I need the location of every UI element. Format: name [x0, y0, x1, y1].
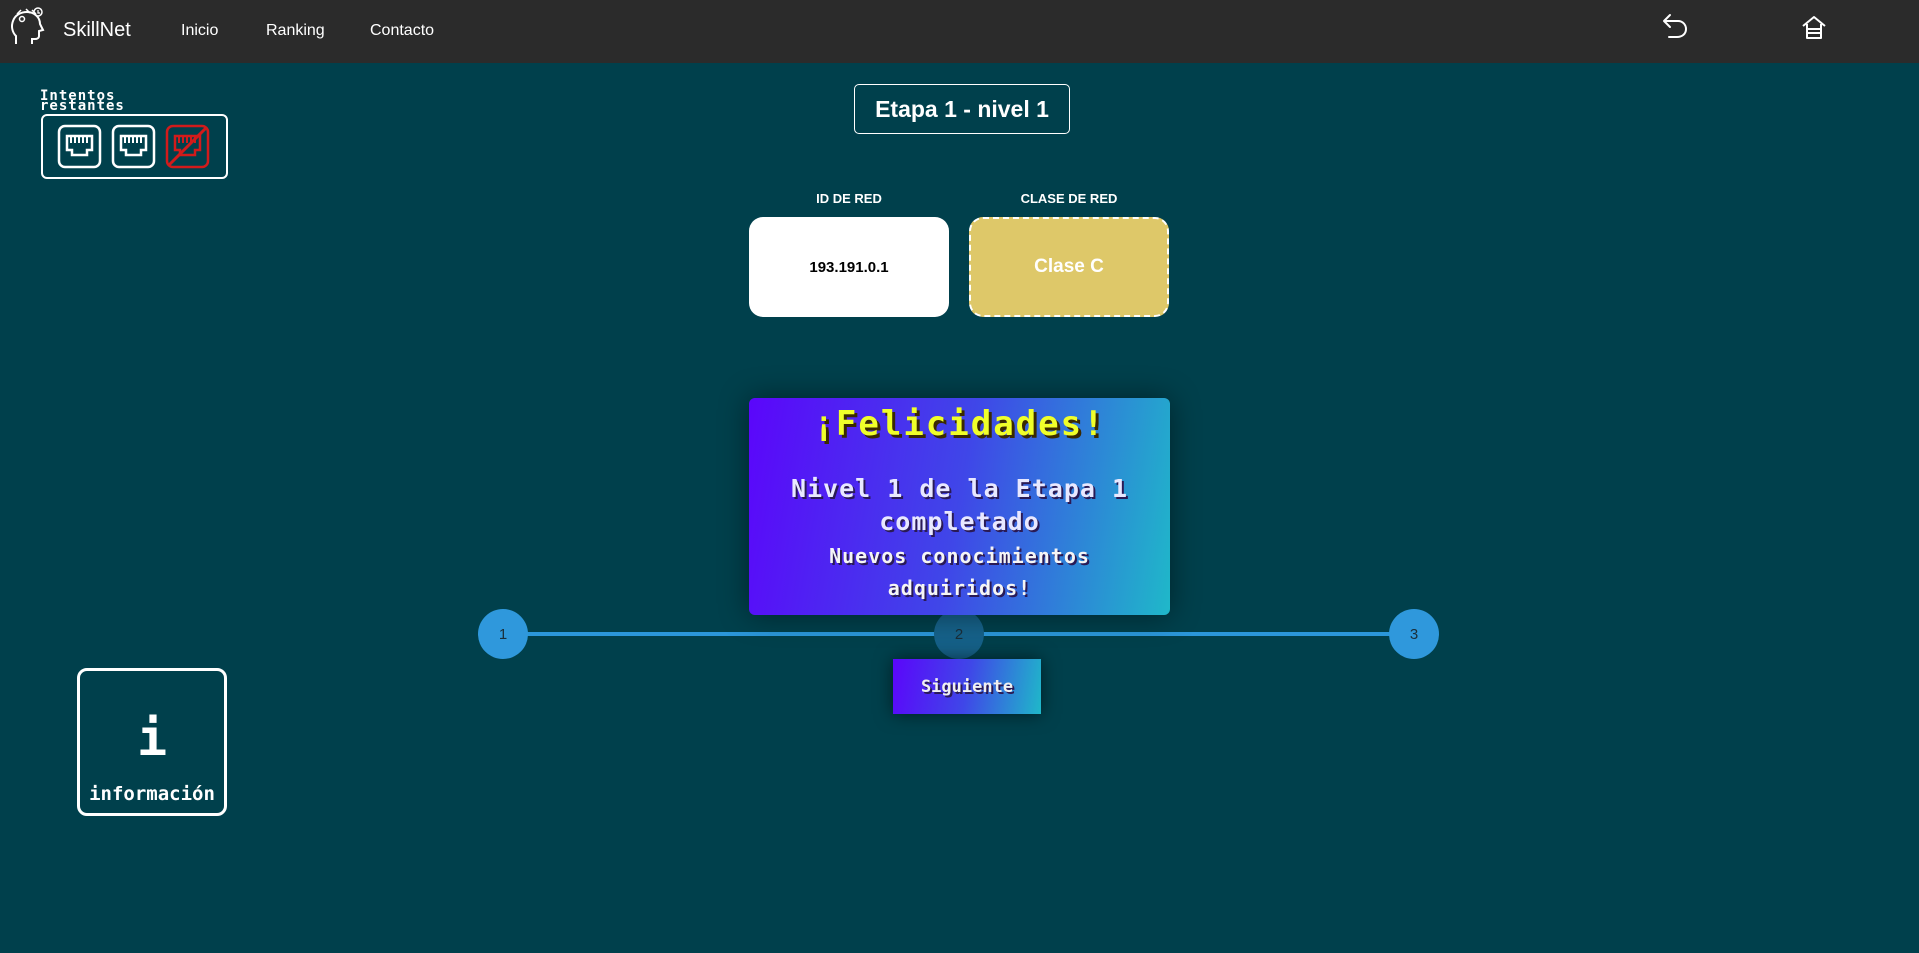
- next-button[interactable]: Siguiente: [893, 659, 1041, 714]
- progress-step-1: 1: [478, 609, 528, 659]
- brain-head-icon[interactable]: [8, 6, 50, 48]
- info-button[interactable]: i información: [77, 668, 227, 816]
- attempts-label: Intentos restantes: [40, 88, 125, 114]
- info-icon: i: [136, 709, 168, 767]
- home-icon[interactable]: [1798, 12, 1830, 44]
- congrats-level-line-2: completado: [879, 507, 1040, 536]
- congrats-title: ¡Felicidades!: [813, 404, 1106, 444]
- stage-title: Etapa 1 - nivel 1: [854, 84, 1070, 134]
- info-label: información: [89, 783, 215, 805]
- congrats-sub-line-2: adquiridos!: [887, 576, 1032, 600]
- ethernet-port-icon: [57, 124, 102, 169]
- network-id-value: 193.191.0.1: [809, 258, 889, 276]
- congrats-sub-message: Nuevos conocimientos adquiridos!: [749, 540, 1170, 604]
- progress-step-3: 3: [1389, 609, 1439, 659]
- network-class-label: CLASE DE RED: [1020, 191, 1118, 206]
- nav-link-ranking[interactable]: Ranking: [266, 22, 325, 40]
- attempts-panel: [41, 114, 228, 179]
- navbar: SkillNet Inicio Ranking Contacto: [0, 0, 1919, 63]
- back-arrow-icon[interactable]: [1658, 12, 1690, 44]
- nav-link-contacto[interactable]: Contacto: [370, 22, 434, 40]
- congrats-sub-line-1: Nuevos conocimientos: [829, 544, 1090, 568]
- network-id-label: ID DE RED: [816, 191, 882, 206]
- network-id-card[interactable]: 193.191.0.1: [749, 217, 949, 317]
- network-class-card[interactable]: Clase C: [969, 217, 1169, 317]
- progress-step-2: 2: [934, 609, 984, 659]
- congrats-level-message: Nivel 1 de la Etapa 1 completado: [749, 472, 1170, 538]
- progress-step-label: 1: [498, 625, 508, 643]
- progress-step-label: 2: [954, 625, 964, 643]
- progress-step-label: 3: [1409, 625, 1419, 643]
- ethernet-port-icon: [111, 124, 156, 169]
- congrats-modal: ¡Felicidades! Nivel 1 de la Etapa 1 comp…: [749, 398, 1170, 615]
- nav-link-inicio[interactable]: Inicio: [181, 22, 218, 40]
- network-class-value: Clase C: [1034, 256, 1104, 277]
- congrats-level-line-1: Nivel 1 de la Etapa 1: [790, 474, 1129, 503]
- brand-name[interactable]: SkillNet: [63, 19, 131, 42]
- ethernet-port-crossed-icon: [165, 124, 210, 169]
